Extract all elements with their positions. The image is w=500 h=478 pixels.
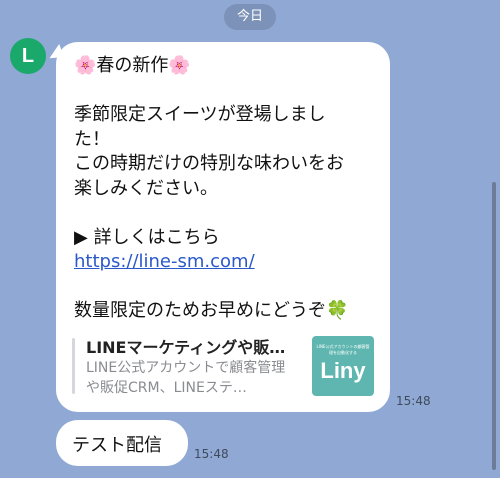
message-line-body-3: この時期だけの特別な味わいをお bbox=[74, 153, 344, 174]
message-timestamp: 15:48 bbox=[396, 394, 431, 408]
date-separator: 今日 bbox=[224, 4, 276, 30]
avatar[interactable]: L bbox=[10, 38, 46, 74]
message-line-details: ▶ 詳しくはこちら bbox=[74, 226, 220, 248]
preview-description: LINE公式アカウントで顧客管理や販促CRM、LINEステ… bbox=[86, 360, 286, 396]
avatar-letter: L bbox=[21, 45, 35, 67]
message-text-2: テスト配信 bbox=[72, 435, 162, 456]
preview-thumbnail: LINE公式アカウントの顧客管理を自動化する Liny bbox=[312, 336, 374, 396]
message-line-body-4: 楽しみください。 bbox=[74, 177, 218, 199]
thumbnail-caption: LINE公式アカウントの顧客管理を自動化する bbox=[316, 344, 370, 355]
message-line-limited: 数量限定のためお早めにどうぞ🍀 bbox=[74, 300, 349, 321]
message-bubble-2[interactable]: テスト配信 bbox=[56, 420, 188, 466]
liny-logo: Liny bbox=[320, 358, 366, 383]
preview-accent-bar bbox=[72, 338, 75, 394]
message-timestamp-2: 15:48 bbox=[194, 447, 229, 461]
message-bubble[interactable]: 🌸春の新作🌸 季節限定スイーツが登場しまし た！ この時期だけの特別な味わいをお 楽し… bbox=[56, 42, 390, 412]
link-preview-card[interactable]: LINEマーケティングや販… LINE公式アカウントで顧客管理や販促CRM、LI… bbox=[72, 332, 378, 398]
message-line-title: 🌸春の新作🌸 bbox=[74, 55, 191, 76]
message-text: 🌸春の新作🌸 季節限定スイーツが登場しまし た！ この時期だけの特別な味わいをお 楽し… bbox=[74, 54, 380, 324]
message-line-body-2: た！ bbox=[74, 128, 110, 150]
scrollbar[interactable] bbox=[492, 182, 496, 470]
message-link[interactable]: https://line-sm.com/ bbox=[74, 250, 380, 275]
message-line-body-1: 季節限定スイーツが登場しまし bbox=[74, 104, 326, 125]
preview-title: LINEマーケティングや販… bbox=[86, 338, 286, 357]
